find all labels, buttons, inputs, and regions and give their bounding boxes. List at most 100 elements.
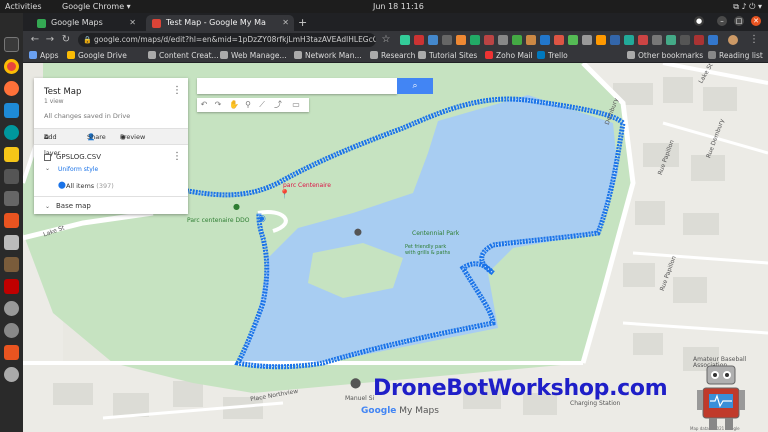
- back-button[interactable]: ←: [28, 33, 42, 47]
- extension-icon[interactable]: [526, 35, 536, 45]
- extension-icon[interactable]: [582, 35, 592, 45]
- menu-icon[interactable]: ⋮: [747, 33, 761, 47]
- filezilla-icon[interactable]: [4, 279, 19, 294]
- extension-icon[interactable]: [456, 35, 466, 45]
- extension-icon[interactable]: [638, 35, 648, 45]
- settings-icon[interactable]: [4, 323, 19, 338]
- base-map-toggle[interactable]: Base map: [56, 202, 91, 210]
- pin-icon[interactable]: 📍: [279, 190, 290, 200]
- extension-icon[interactable]: [442, 35, 452, 45]
- ruler-icon[interactable]: ▭: [289, 98, 303, 112]
- minimize-button[interactable]: –: [717, 16, 727, 26]
- extension-icon[interactable]: [470, 35, 480, 45]
- vscode-icon[interactable]: [4, 103, 19, 118]
- map-search-input[interactable]: [197, 78, 397, 94]
- poi-icon[interactable]: ⬤: [354, 228, 362, 236]
- park-marker-icon[interactable]: ●: [233, 202, 240, 211]
- layer-name[interactable]: GPSLOG.CSV: [56, 153, 101, 161]
- all-items[interactable]: All items (397): [66, 182, 114, 190]
- python-icon[interactable]: [4, 147, 19, 162]
- label-parc-ddo[interactable]: Parc centenaire DDO: [187, 217, 249, 224]
- chevron-down-icon[interactable]: ⌄: [45, 165, 50, 172]
- extension-icon[interactable]: [568, 35, 578, 45]
- extension-icon[interactable]: [414, 35, 424, 45]
- toolbox-icon[interactable]: [4, 235, 19, 250]
- draw-line-icon[interactable]: ⟋: [255, 98, 269, 112]
- bookmark-apps[interactable]: Apps: [29, 49, 59, 63]
- reload-button[interactable]: ↻: [59, 33, 73, 47]
- bookmark-folder[interactable]: Tutorial Sites: [418, 49, 477, 63]
- bookmark-folder[interactable]: Content Creat...: [148, 49, 219, 63]
- forward-button[interactable]: →: [43, 33, 57, 47]
- directions-icon[interactable]: ⤴: [271, 98, 285, 112]
- extension-icon[interactable]: [666, 35, 676, 45]
- profile-avatar[interactable]: [728, 35, 738, 45]
- search-button[interactable]: ⌕: [397, 78, 433, 94]
- undo-icon[interactable]: ↶: [197, 98, 211, 112]
- extension-icon[interactable]: [652, 35, 662, 45]
- tab-test-map[interactable]: Test Map - Google My Ma ✕: [146, 15, 294, 31]
- bookmark-other[interactable]: Other bookmarks: [627, 49, 703, 63]
- layer-checkbox[interactable]: [44, 154, 51, 161]
- software-icon[interactable]: [4, 345, 19, 360]
- more-options-icon[interactable]: ⋮: [172, 85, 182, 96]
- label-centennial-park[interactable]: Centennial Park: [412, 230, 459, 237]
- bookmark-folder[interactable]: Web Manage...: [220, 49, 287, 63]
- close-icon[interactable]: ✕: [129, 15, 136, 31]
- label-parc-centenaire[interactable]: parc Centenaire: [283, 182, 331, 189]
- extension-icon[interactable]: [484, 35, 494, 45]
- extension-icon[interactable]: [610, 35, 620, 45]
- extension-icon[interactable]: [498, 35, 508, 45]
- extension-icon[interactable]: [694, 35, 704, 45]
- chevron-down-icon[interactable]: ⌄: [45, 203, 50, 210]
- hand-icon[interactable]: ✋: [227, 98, 241, 112]
- terminal-icon[interactable]: [4, 37, 19, 52]
- disk-icon[interactable]: [4, 301, 19, 316]
- extension-icon[interactable]: [428, 35, 438, 45]
- uniform-style-link[interactable]: Uniform style: [58, 166, 98, 173]
- label-manuel[interactable]: Manuel Si: [345, 395, 374, 402]
- files-icon[interactable]: [4, 191, 19, 206]
- label-charging-station[interactable]: Charging Station: [570, 400, 620, 407]
- bookmark-zoho-mail[interactable]: Zoho Mail: [485, 49, 533, 63]
- extension-icon[interactable]: [400, 35, 410, 45]
- maximize-button[interactable]: □: [734, 16, 744, 26]
- extension-icon[interactable]: [708, 35, 718, 45]
- reading-list[interactable]: Reading list: [708, 49, 763, 63]
- archive-icon[interactable]: [4, 257, 19, 272]
- location-pin-icon[interactable]: ⬤: [350, 378, 361, 389]
- bookmark-trello[interactable]: Trello: [537, 49, 568, 63]
- extension-icon[interactable]: [680, 35, 690, 45]
- close-icon[interactable]: ✕: [282, 15, 289, 31]
- pin-icon: ⬤: [58, 181, 66, 189]
- address-bar[interactable]: 🔒 google.com/maps/d/edit?hl=en&mid=1pDzZ…: [78, 33, 376, 47]
- extension-icon[interactable]: [540, 35, 550, 45]
- new-tab-button[interactable]: +: [298, 15, 307, 31]
- app-menu[interactable]: Google Chrome ▾: [62, 0, 131, 13]
- extension-icon[interactable]: [596, 35, 606, 45]
- marker-icon[interactable]: ⚲: [241, 98, 255, 112]
- activities-button[interactable]: Activities: [5, 0, 42, 13]
- extension-icon[interactable]: [624, 35, 634, 45]
- layer-options-icon[interactable]: ⋮: [172, 151, 182, 162]
- close-window-button[interactable]: ✕: [751, 16, 761, 26]
- tab-strip: Google Maps ✕ Test Map - Google My Ma ✕ …: [23, 13, 768, 31]
- arduino-icon[interactable]: [4, 125, 19, 140]
- bookmark-folder[interactable]: Network Man...: [294, 49, 362, 63]
- system-tray[interactable]: ⧉ ♪ ⏻ ▾: [733, 0, 762, 13]
- bookmark-star-icon[interactable]: ☆: [379, 33, 393, 47]
- map-title[interactable]: Test Map: [44, 87, 81, 97]
- tab-google-maps[interactable]: Google Maps ✕: [31, 15, 141, 31]
- text-editor-icon[interactable]: [4, 213, 19, 228]
- sublime-icon[interactable]: [4, 169, 19, 184]
- extension-icon[interactable]: [554, 35, 564, 45]
- bookmark-folder[interactable]: Research: [370, 49, 415, 63]
- redo-icon[interactable]: ↷: [211, 98, 225, 112]
- updater-icon[interactable]: [4, 367, 19, 382]
- clock[interactable]: Jun 18 11:16: [373, 0, 424, 13]
- extension-icon[interactable]: [512, 35, 522, 45]
- chrome-icon[interactable]: [4, 59, 19, 74]
- location-pin-icon[interactable]: ◉: [258, 214, 266, 224]
- firefox-icon[interactable]: [4, 81, 19, 96]
- bookmark-google-drive[interactable]: Google Drive: [67, 49, 127, 63]
